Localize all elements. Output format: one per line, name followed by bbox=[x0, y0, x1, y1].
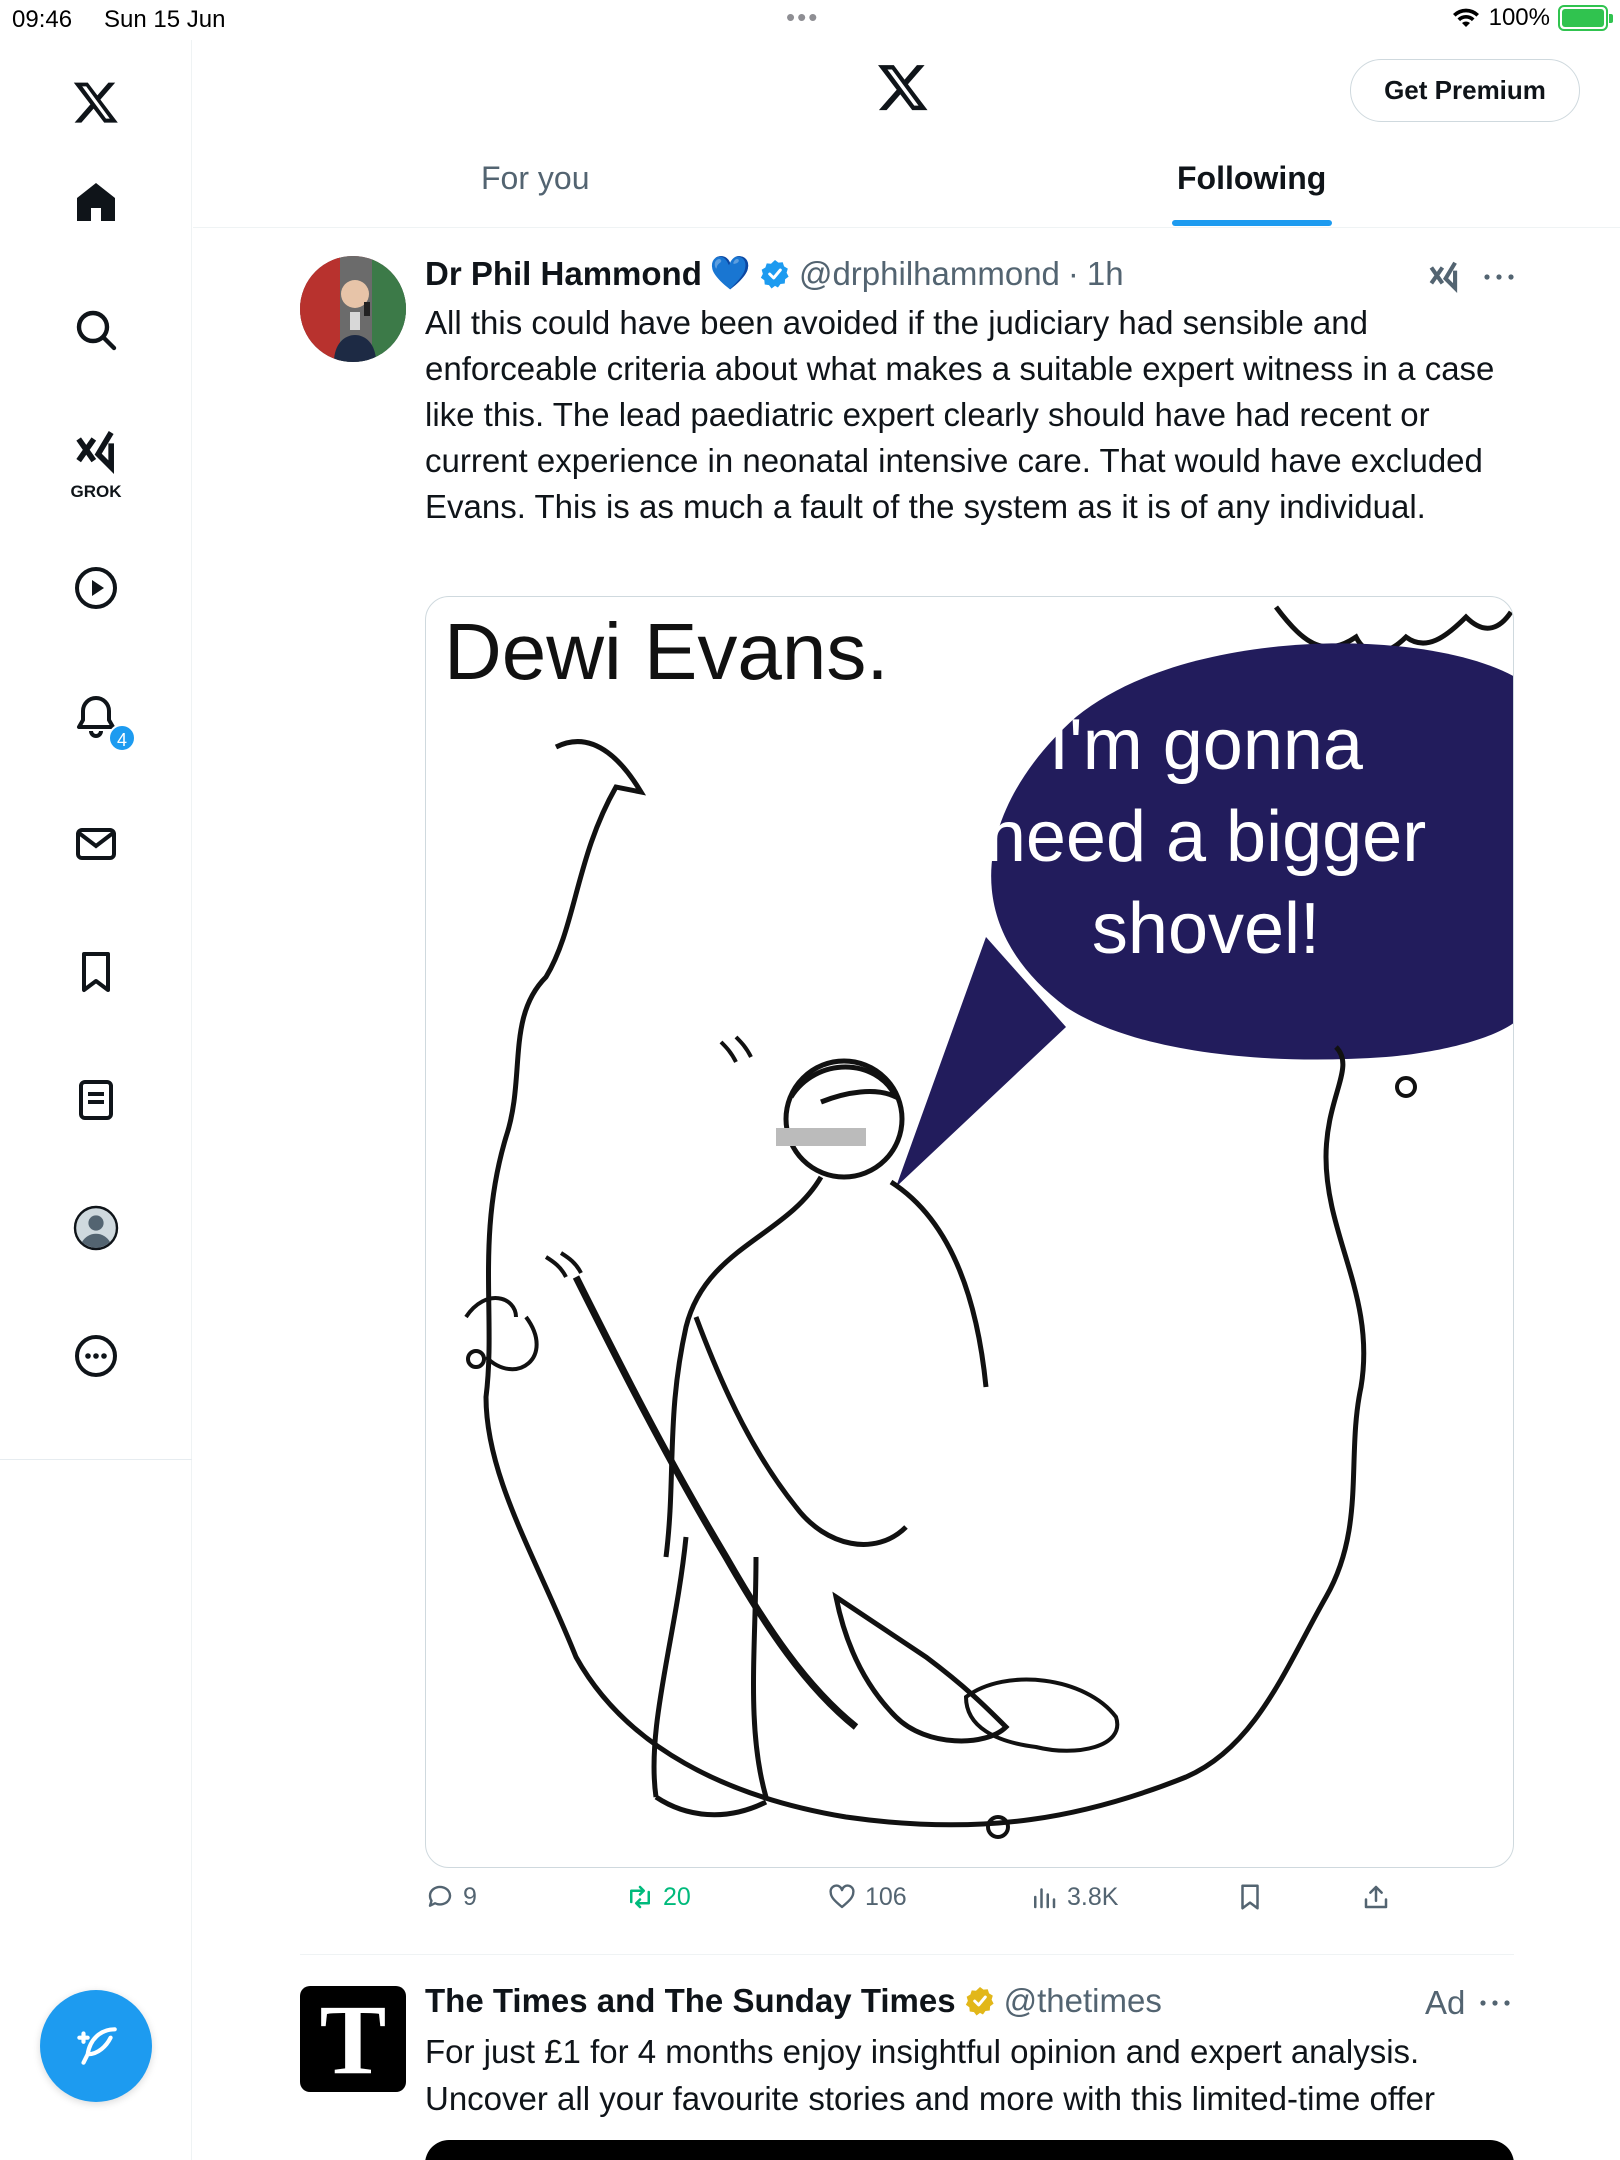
gold-verified-badge-icon bbox=[965, 1987, 994, 2016]
tweet-text: All this could have been avoided if the … bbox=[425, 304, 1495, 525]
reply-count: 9 bbox=[463, 1882, 477, 1911]
tweet-tools bbox=[1425, 258, 1517, 296]
views-chart-icon bbox=[1034, 1888, 1056, 1909]
author-avatar[interactable] bbox=[300, 256, 406, 362]
x-logo-icon[interactable] bbox=[876, 60, 930, 114]
more-options-icon[interactable] bbox=[1481, 267, 1517, 287]
views-button[interactable]: 3.8K bbox=[1029, 1882, 1118, 1912]
like-button[interactable]: 106 bbox=[827, 1882, 907, 1912]
video-icon[interactable] bbox=[56, 548, 136, 628]
grok-label: GROK bbox=[70, 482, 122, 501]
battery-percent: 100% bbox=[1488, 4, 1550, 31]
tweet-time[interactable]: 1h bbox=[1087, 255, 1124, 293]
share-button[interactable] bbox=[1361, 1882, 1391, 1912]
advertiser-name[interactable]: The Times and The Sunday Times bbox=[425, 1982, 956, 2020]
profile-avatar-icon[interactable] bbox=[56, 1188, 136, 1268]
status-time: 09:46 bbox=[12, 6, 73, 33]
compose-button[interactable] bbox=[40, 1990, 152, 2102]
like-count: 106 bbox=[865, 1882, 907, 1911]
speech-line-1: I'm gonna bbox=[1049, 705, 1364, 785]
ad-tools: Ad bbox=[1425, 1984, 1513, 2022]
grok-icon[interactable]: GROK bbox=[56, 420, 136, 520]
author-handle[interactable]: @drphilhammond bbox=[799, 255, 1060, 293]
like-heart-icon bbox=[829, 1884, 855, 1909]
cartoon-caption: Dewi Evans. bbox=[444, 607, 889, 696]
tweet-actions: 9 20 106 3.8K bbox=[425, 1882, 1515, 1922]
reply-button[interactable]: 9 bbox=[425, 1882, 477, 1912]
status-right: 100% bbox=[1451, 4, 1613, 32]
author-name[interactable]: Dr Phil Hammond bbox=[425, 255, 702, 293]
sidebar-nav: GROK 4 bbox=[0, 40, 192, 2160]
more-options-icon[interactable] bbox=[1477, 1993, 1513, 2013]
bookmark-button[interactable] bbox=[1235, 1882, 1265, 1912]
status-bar: 09:46 Sun 15 Jun ••• 100% bbox=[0, 0, 1620, 40]
repost-icon bbox=[630, 1885, 650, 1909]
tab-following[interactable]: Following bbox=[1177, 160, 1326, 197]
tweet-image[interactable]: Dewi Evans. I'm gonna need a bigger shov… bbox=[425, 596, 1514, 1868]
compose-feather-icon bbox=[77, 2027, 117, 2065]
verified-badge-icon bbox=[760, 259, 789, 289]
avatar-photo bbox=[300, 256, 406, 362]
speech-line-3: shovel! bbox=[1092, 889, 1320, 969]
speech-line-2: need a bigger bbox=[986, 797, 1426, 877]
blue-heart-emoji: 💙 bbox=[709, 254, 751, 291]
active-tab-indicator bbox=[1172, 220, 1332, 226]
multitasking-dots-icon[interactable]: ••• bbox=[786, 2, 819, 33]
more-icon[interactable] bbox=[56, 1316, 136, 1396]
bookmark-icon bbox=[1241, 1884, 1259, 1910]
search-icon[interactable] bbox=[56, 290, 136, 370]
lists-icon[interactable] bbox=[56, 1060, 136, 1140]
advertiser-logo[interactable]: T bbox=[300, 1986, 406, 2094]
meta-separator: · bbox=[1067, 254, 1079, 292]
notification-count-badge: 4 bbox=[108, 724, 136, 752]
bookmarks-icon[interactable] bbox=[56, 932, 136, 1012]
advertiser-handle[interactable]: @thetimes bbox=[1004, 1982, 1162, 2020]
wifi-icon bbox=[1452, 8, 1479, 27]
ad-media[interactable] bbox=[425, 2140, 1514, 2160]
get-premium-button[interactable]: Get Premium bbox=[1350, 59, 1580, 122]
cartoon-image: Dewi Evans. I'm gonna need a bigger shov… bbox=[444, 605, 1513, 1839]
messages-icon[interactable] bbox=[56, 804, 136, 884]
ad-header: The Times and The Sunday Times @thetimes bbox=[425, 1982, 1162, 2020]
grok-icon[interactable] bbox=[1425, 258, 1463, 296]
ad-label: Ad bbox=[1425, 1984, 1466, 2021]
tweet-header: Dr Phil Hammond 💙 @drphilhammond · 1h bbox=[425, 254, 1124, 293]
tweet-divider bbox=[300, 1954, 1514, 1955]
reply-icon bbox=[428, 1885, 452, 1907]
ad-text: For just £1 for 4 months enjoy insightfu… bbox=[425, 2033, 1435, 2117]
home-icon[interactable] bbox=[56, 162, 136, 242]
views-count: 3.8K bbox=[1067, 1882, 1119, 1911]
share-icon bbox=[1364, 1885, 1388, 1909]
repost-count: 20 bbox=[663, 1882, 691, 1911]
x-logo-icon[interactable] bbox=[56, 62, 136, 142]
repost-button[interactable]: 20 bbox=[625, 1882, 691, 1912]
status-date: Sun 15 Jun bbox=[104, 6, 226, 33]
battery-icon bbox=[1558, 5, 1613, 31]
timeline-header: Get Premium For you Following bbox=[193, 40, 1620, 228]
sidebar-divider bbox=[0, 1459, 192, 1460]
tab-for-you[interactable]: For you bbox=[481, 160, 589, 197]
